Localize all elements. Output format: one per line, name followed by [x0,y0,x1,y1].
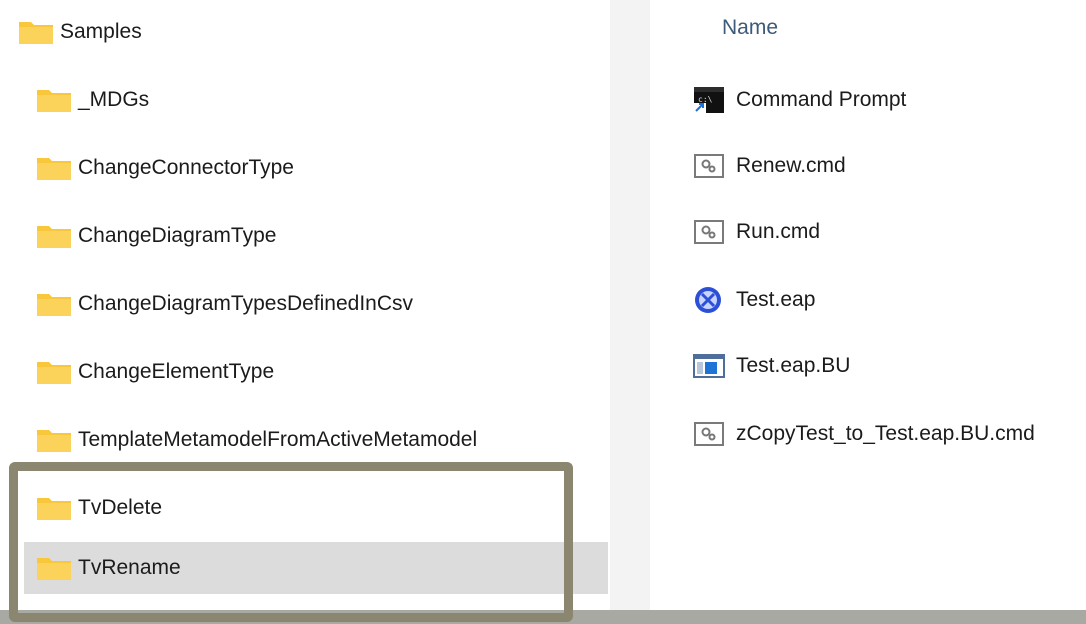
folder-icon [36,427,72,453]
file-item-label: Command Prompt [736,88,907,111]
tree-item-label: ChangeDiagramTypesDefinedInCsv [78,292,414,315]
tree-item-label: ChangeDiagramType [78,224,277,247]
file-item-command-prompt[interactable]: c:\ Command Prompt [692,78,906,122]
file-item-label: Run.cmd [736,220,821,243]
bu-file-icon [692,351,726,381]
file-item-renew-cmd[interactable]: Renew.cmd [692,144,846,188]
file-item-zcopytest-cmd[interactable]: zCopyTest_to_Test.eap.BU.cmd [692,412,1035,456]
file-item-label: zCopyTest_to_Test.eap.BU.cmd [736,422,1035,445]
file-item-label: Test.eap.BU [736,354,851,377]
tree-item-mdgs[interactable]: _MDGs [36,74,149,126]
folder-icon [36,291,72,317]
file-item-label: Test.eap [736,288,816,311]
file-item-test-eap[interactable]: Test.eap [692,278,815,322]
cmd-script-icon [692,217,726,247]
svg-text:c:\: c:\ [698,95,713,104]
tree-item-label: ChangeElementType [78,360,275,383]
column-header-name[interactable]: Name [722,16,778,40]
tree-item-tvdelete[interactable]: TvDelete [36,482,162,534]
tree-item-label: _MDGs [78,88,150,111]
cmd-script-icon [692,419,726,449]
tree-item-templatemetamodelfromactivemetamodel[interactable]: TemplateMetamodelFromActiveMetamodel [36,414,477,466]
folder-icon [36,155,72,181]
eap-file-icon [692,285,726,315]
tree-item-label: TemplateMetamodelFromActiveMetamodel [78,428,478,451]
tree-item-changediagramtypesdefinedincsv[interactable]: ChangeDiagramTypesDefinedInCsv [36,278,413,330]
tree-item-label: TvDelete [78,496,163,519]
tree-item-samples[interactable]: Samples [18,6,142,58]
folder-icon [36,223,72,249]
file-item-run-cmd[interactable]: Run.cmd [692,210,820,254]
command-prompt-icon: c:\ [692,85,726,115]
cmd-script-icon [692,151,726,181]
tree-item-tvrename[interactable]: TvRename [24,542,608,594]
file-item-test-eap-bu[interactable]: Test.eap.BU [692,344,850,388]
folder-icon [36,87,72,113]
tree-item-changediagramtype[interactable]: ChangeDiagramType [36,210,276,262]
tree-item-changeelementtype[interactable]: ChangeElementType [36,346,274,398]
folder-icon [36,359,72,385]
folder-icon [36,555,72,581]
tree-item-changeconnectortype[interactable]: ChangeConnectorType [36,142,294,194]
folder-icon [18,19,54,45]
tree-item-label: TvRename [78,556,181,579]
navigation-tree-pane: Samples _MDGs ChangeConnectorType Change… [0,0,610,610]
tree-item-label: ChangeConnectorType [78,156,294,179]
file-item-label: Renew.cmd [736,154,846,177]
tree-item-label: Samples [60,20,142,43]
folder-icon [36,495,72,521]
pane-divider[interactable] [610,0,650,610]
